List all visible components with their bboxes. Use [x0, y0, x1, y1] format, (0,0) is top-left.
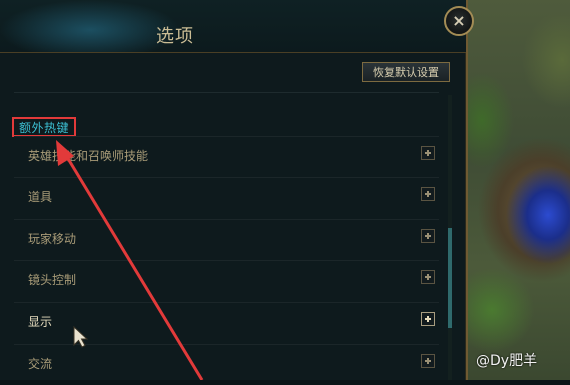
expand-plus-icon[interactable] — [421, 146, 435, 160]
list-item-abilities[interactable]: 英雄技能和召唤师技能 — [14, 136, 439, 177]
expand-plus-icon[interactable] — [421, 187, 435, 201]
mouse-cursor-icon — [73, 326, 89, 348]
list-item-player-movement[interactable]: 玩家移动 — [14, 219, 439, 260]
scrollbar-thumb[interactable] — [448, 228, 452, 328]
divider — [14, 92, 439, 93]
game-background — [462, 0, 570, 380]
close-button[interactable]: × — [444, 6, 474, 36]
list-item-label: 交流 — [28, 357, 53, 371]
list-item-items[interactable]: 道具 — [14, 177, 439, 218]
panel-header: 选项 — [0, 0, 466, 53]
watermark: @Dy肥羊 — [476, 353, 538, 369]
expand-plus-icon[interactable] — [421, 354, 435, 368]
expand-plus-icon[interactable] — [421, 229, 435, 243]
list-item-label: 镜头控制 — [28, 273, 77, 287]
list-item-label: 显示 — [28, 315, 53, 329]
section-highlight-box: 额外热键 — [12, 117, 76, 137]
expand-plus-icon[interactable] — [421, 270, 435, 284]
close-icon: × — [452, 11, 466, 30]
list-item-label: 英雄技能和召唤师技能 — [28, 149, 149, 163]
section-title[interactable]: 额外热键 — [19, 119, 69, 136]
reset-defaults-button[interactable]: 恢复默认设置 — [362, 62, 450, 82]
panel-title: 选项 — [156, 26, 194, 47]
expand-plus-icon[interactable] — [421, 312, 435, 326]
list-item-label: 道具 — [28, 190, 53, 204]
options-panel: 选项 恢复默认设置 额外热键 英雄技能和召唤师技能 道具 玩家移动 镜头控制 显… — [0, 0, 468, 380]
list-item-communication[interactable]: 交流 — [14, 344, 439, 385]
list-item-camera-control[interactable]: 镜头控制 — [14, 260, 439, 301]
list-item-label: 玩家移动 — [28, 232, 77, 246]
